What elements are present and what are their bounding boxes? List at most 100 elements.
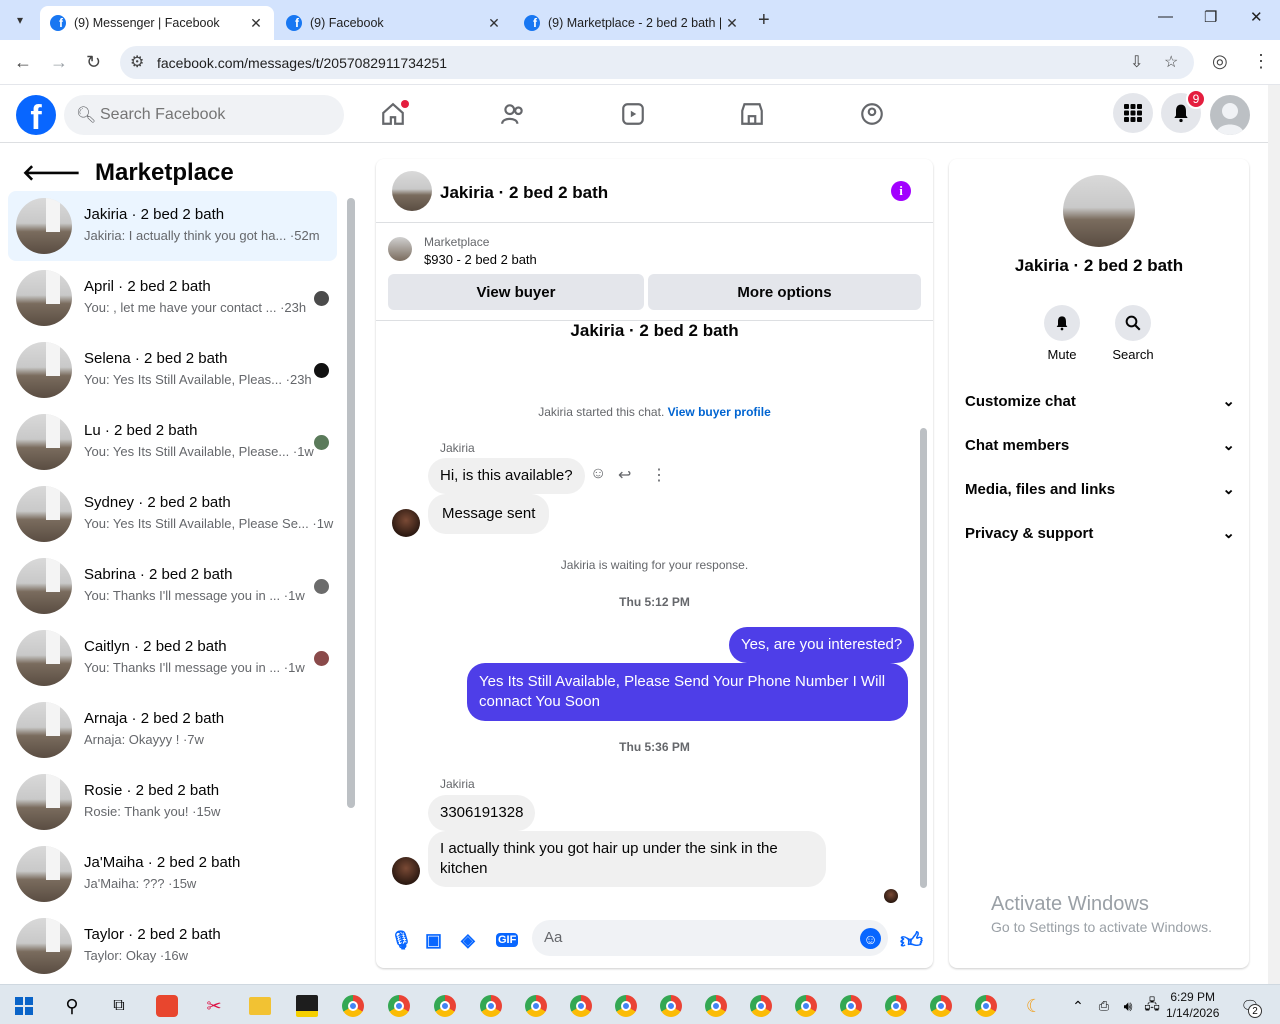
menu-grid-icon[interactable] [1113,93,1153,133]
sender-avatar[interactable] [392,509,420,537]
conversation-item[interactable]: Ja'Maiha · 2 bed 2 bath Ja'Maiha: ??? ·1… [8,839,337,909]
minimize-icon[interactable]: — [1158,8,1173,25]
info-icon[interactable]: i [891,181,911,201]
incoming-message[interactable]: Message sent [428,494,550,534]
incoming-message[interactable]: I actually think you got hair up under t… [428,831,826,887]
more-options-button[interactable]: More options [648,274,921,310]
account-avatar[interactable] [1210,95,1250,135]
chrome-icon[interactable] [705,995,727,1017]
chrome-icon[interactable] [975,995,997,1017]
details-avatar[interactable] [1063,175,1135,247]
thread-scrollbar[interactable] [920,428,927,888]
task-view-icon[interactable]: ⧉ [107,994,131,1018]
search-icon[interactable]: ⚲ [60,994,84,1018]
sticky-notes-icon[interactable] [296,995,318,1017]
friends-icon[interactable] [496,97,530,131]
device-icon[interactable]: ⎙ [1092,994,1116,1018]
gaming-icon[interactable] [855,97,889,131]
facebook-search[interactable]: 🔍︎ [64,95,344,135]
conversation-item[interactable]: Selena · 2 bed 2 bath You: Yes Its Still… [8,335,337,405]
video-icon[interactable] [616,97,650,131]
conversation-item[interactable]: Lu · 2 bed 2 bath You: Yes Its Still Ava… [8,407,337,477]
marketplace-icon[interactable] [735,97,769,131]
photo-icon[interactable]: ▣ [425,930,442,951]
profile-icon[interactable]: ◎ [1212,51,1228,72]
mute-button[interactable]: Mute [1032,305,1092,362]
facebook-logo-icon[interactable]: f [16,95,56,135]
message-input[interactable]: Aa [532,920,888,956]
chrome-icon[interactable] [480,995,502,1017]
conversation-item[interactable]: Sabrina · 2 bed 2 bath You: Thanks I'll … [8,551,337,621]
gif-icon[interactable]: GIF [496,933,519,947]
url-text[interactable]: facebook.com/messages/t/2057082911734251 [157,55,447,71]
conversation-item[interactable]: Sydney · 2 bed 2 bath You: Yes Its Still… [8,479,337,549]
forward-arrow-icon[interactable]: → [50,52,68,73]
incoming-message[interactable]: Hi, is this available? [428,458,585,494]
conversation-item[interactable]: Taylor · 2 bed 2 bath Taylor: Okay ·16w [8,911,337,981]
network-icon[interactable]: 🖧 [1140,994,1164,1018]
tab-messenger[interactable]: f (9) Messenger | Facebook ✕ [40,6,274,40]
more-dots-icon[interactable]: ⋮ [651,465,667,485]
restore-icon[interactable]: ❐ [1204,8,1217,26]
back-arrow-icon[interactable]: ← [14,52,32,73]
chevron-up-icon[interactable]: ⌃ [1066,994,1090,1018]
weather-moon-icon[interactable]: ☾ [1022,994,1046,1018]
tab-close-icon[interactable]: ✕ [722,15,742,32]
thumbs-up-icon[interactable]: 👍︎ [900,927,923,954]
conversation-item[interactable]: Arnaja · 2 bed 2 bath Arnaja: Okayyy ! ·… [8,695,337,765]
sticker-icon[interactable]: ◈ [461,930,475,951]
omnibox[interactable]: ⚙ facebook.com/messages/t/20570829117342… [120,46,1194,79]
windows-start-icon[interactable] [12,994,36,1018]
chrome-icon[interactable] [434,995,456,1017]
conversation-item[interactable]: Caitlyn · 2 bed 2 bath You: Thanks I'll … [8,623,337,693]
window-close-icon[interactable]: ✕ [1250,8,1263,26]
snip-icon[interactable]: ✂ [202,994,226,1018]
chat-title[interactable]: Jakiria · 2 bed 2 bath [440,183,608,203]
install-app-icon[interactable]: ⇩ [1130,52,1143,72]
file-explorer-icon[interactable] [249,997,271,1015]
bookmark-star-icon[interactable]: ☆ [1164,52,1178,72]
chrome-icon[interactable] [342,995,364,1017]
view-buyer-button[interactable]: View buyer [388,274,644,310]
chrome-icon[interactable] [930,995,952,1017]
tab-close-icon[interactable]: ✕ [484,15,504,32]
tab-facebook[interactable]: f (9) Facebook ✕ [276,6,512,40]
search-button[interactable]: Search [1103,305,1163,362]
chrome-icon[interactable] [660,995,682,1017]
site-info-icon[interactable]: ⚙ [130,52,144,72]
tab-close-icon[interactable]: ✕ [246,15,266,32]
view-buyer-profile-link[interactable]: View buyer profile [668,405,771,419]
chrome-icon[interactable] [840,995,862,1017]
back-arrow-icon[interactable]: 🡐 [22,160,81,186]
chrome-icon[interactable] [525,995,547,1017]
sidebar-scrollbar[interactable] [347,198,355,808]
react-emoji-icon[interactable]: ☺ [590,465,606,483]
system-clock[interactable]: 6:29 PM 1/14/2026 [1166,989,1219,1021]
conversation-item[interactable]: Rosie · 2 bed 2 bath Rosie: Thank you! ·… [8,767,337,837]
conversation-item[interactable]: Jakiria · 2 bed 2 bath Jakiria: I actual… [8,191,337,261]
customize-chat-row[interactable]: Customize chat ⌄ [965,389,1235,413]
chrome-icon[interactable] [885,995,907,1017]
app-icon[interactable] [156,995,178,1017]
outgoing-message[interactable]: Yes Its Still Available, Please Send You… [467,663,908,721]
chat-avatar[interactable] [392,171,432,211]
tab-marketplace[interactable]: f (9) Marketplace - 2 bed 2 bath | ✕ [514,6,750,40]
emoji-icon[interactable]: ☺ [860,928,881,949]
chrome-icon[interactable] [570,995,592,1017]
search-input[interactable] [100,95,330,135]
incoming-message[interactable]: 3306191328 [428,795,536,831]
new-tab-button[interactable]: + [758,9,770,32]
reply-icon[interactable]: ↩ [618,465,631,485]
menu-dots-icon[interactable]: ⋮ [1252,51,1270,72]
sender-avatar[interactable] [392,857,420,885]
microphone-icon[interactable]: 🎙︎ [390,930,413,951]
chrome-icon[interactable] [795,995,817,1017]
chat-members-row[interactable]: Chat members ⌄ [965,433,1235,457]
outgoing-message[interactable]: Yes, are you interested? [729,627,915,663]
tab-search-icon[interactable]: ▾ [8,8,32,32]
privacy-support-row[interactable]: Privacy & support ⌄ [965,521,1235,545]
chrome-icon[interactable] [388,995,410,1017]
media-files-row[interactable]: Media, files and links ⌄ [965,477,1235,501]
chrome-icon[interactable] [750,995,772,1017]
chrome-icon[interactable] [615,995,637,1017]
